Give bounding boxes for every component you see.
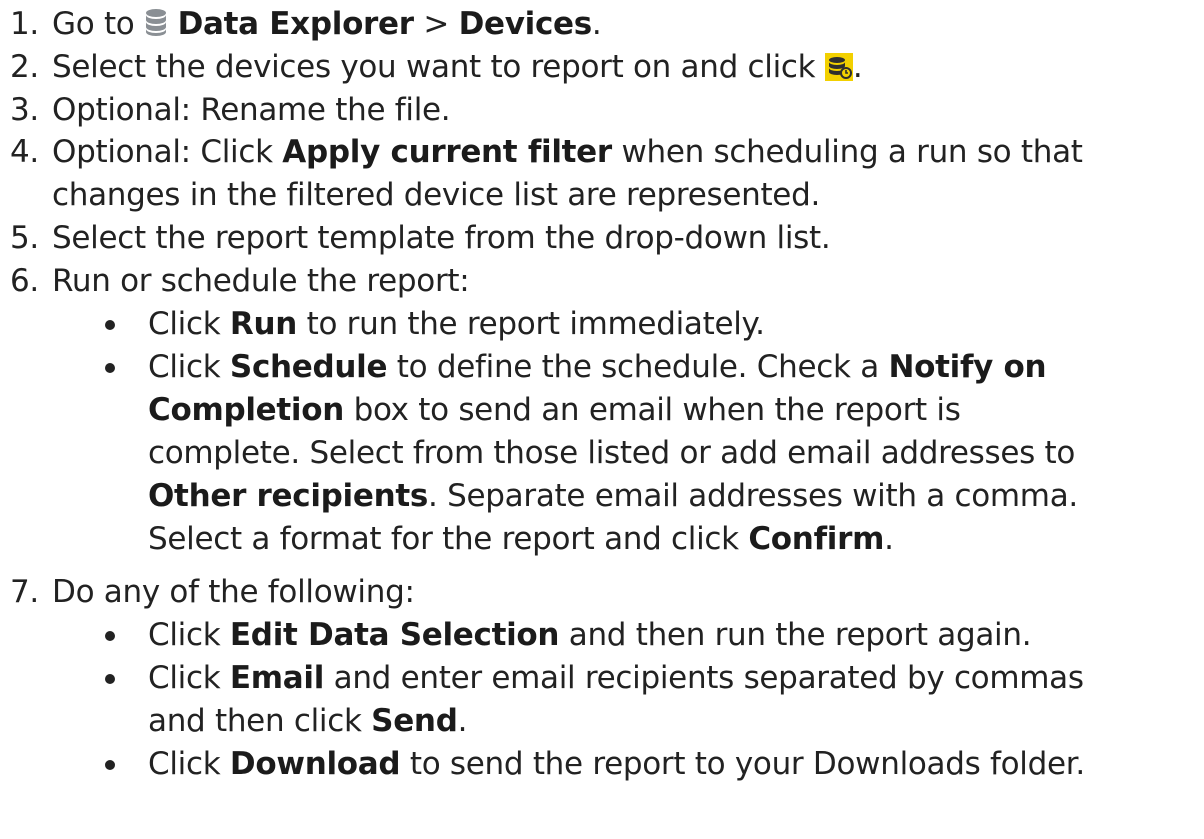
bullet-text: Click Run to run the report immediately. [148,306,765,342]
step-text: Do any of the following: [52,574,415,610]
bullet-text-continuation: complete. Select from those listed or ad… [148,435,1076,471]
step-number: 4. [10,134,39,170]
step-1: 1. Go to Data Explorer > Devices. [0,3,602,46]
step-text: Select the devices you want to report on… [52,49,825,85]
step-4-continuation: changes in the filtered device list are … [52,177,820,213]
bullet-text: Click Edit Data Selection and then run t… [148,617,1032,653]
step-number: 7. [10,574,39,610]
bullet-schedule: Click Schedule to define the schedule. C… [0,346,1204,389]
bullet-text: Click Email and enter email recipients s… [148,660,1084,696]
step-6: 6. Run or schedule the report: [0,260,470,303]
bullet-icon [105,320,115,330]
step-text: Select the report template from the drop… [52,220,831,256]
step-text: Optional: Rename the file. [52,92,451,128]
confirm-label: Confirm [748,521,885,557]
bullet-text-continuation: Select a format for the report and click… [148,521,894,557]
send-label: Send [371,703,458,739]
bullet-text-continuation: Other recipients. Separate email address… [148,478,1078,514]
bullet-edit-data-selection: Click Edit Data Selection and then run t… [0,614,1204,657]
email-label: Email [229,660,325,696]
step-text: when scheduling a run so that [611,134,1083,170]
bullet-email: Click Email and enter email recipients s… [0,657,1204,700]
step-text: > [413,6,459,42]
bullet-text-continuation: and then click Send. [148,703,468,739]
bullet-download: Click Download to send the report to you… [0,743,1204,786]
step-text: . [591,6,602,42]
step-5: 5. Select the report template from the dr… [0,217,831,260]
database-icon [144,7,168,50]
bullet-icon [105,363,115,373]
step-4: 4. Optional: Click Apply current filter w… [0,131,1083,174]
step-number: 3. [10,92,39,128]
step-text: Go to [52,6,145,42]
run-label: Run [229,306,298,342]
completion-label: Completion [148,392,345,428]
edit-data-selection-label: Edit Data Selection [229,617,560,653]
step-text: Optional: Click [52,134,283,170]
bullet-icon [105,631,115,641]
other-recipients-label: Other recipients [148,478,429,514]
step-text: Run or schedule the report: [52,263,470,299]
bullet-icon [105,760,115,770]
step-7: 7. Do any of the following: [0,571,415,614]
bullet-text: Click Download to send the report to you… [148,746,1085,782]
step-number: 2. [10,49,39,85]
instructions-document: 1. Go to Data Explorer > Devices. 2. Selec… [0,0,1204,839]
step-3: 3. Optional: Rename the file. [0,89,451,132]
report-icon [824,50,853,93]
step-text: . [852,49,863,85]
notify-on-label: Notify on [888,349,1047,385]
apply-current-filter-label: Apply current filter [282,134,612,170]
bullet-text: Click Schedule to define the schedule. C… [148,349,1047,385]
step-number: 6. [10,263,39,299]
bullet-icon [105,674,115,684]
step-number: 5. [10,220,39,256]
bullet-run: Click Run to run the report immediately. [0,303,1204,346]
step-number: 1. [10,6,39,42]
download-label: Download [229,746,401,782]
step-2: 2. Select the devices you want to report … [0,46,863,89]
data-explorer-label: Data Explorer [177,6,414,42]
schedule-label: Schedule [229,349,388,385]
bullet-text-continuation: Completion box to send an email when the… [148,392,961,428]
devices-label: Devices [458,6,593,42]
